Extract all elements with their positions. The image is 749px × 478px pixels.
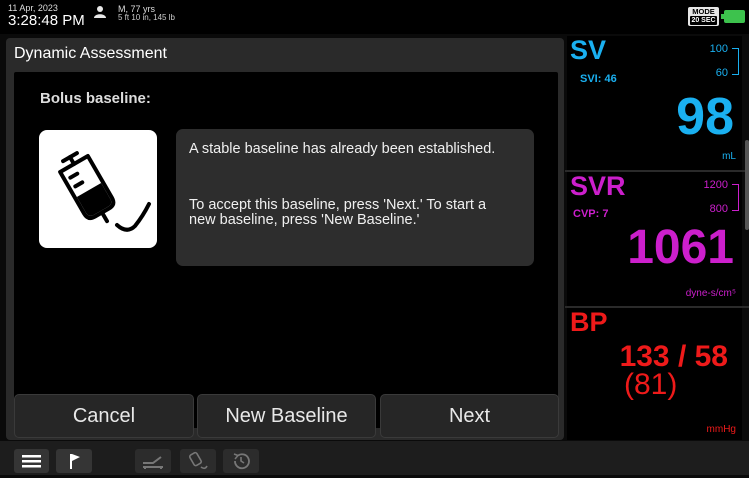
flag-icon bbox=[70, 454, 80, 469]
bp-label: BP bbox=[570, 307, 608, 337]
mode-interval: 20 SEC bbox=[690, 16, 717, 25]
message-box: A stable baseline has already been estab… bbox=[176, 129, 534, 266]
patient-icon bbox=[94, 6, 106, 18]
dialog-body: Bolus baseline: A stable baseline has al… bbox=[14, 72, 558, 428]
sv-target-low: 60 bbox=[715, 67, 728, 79]
svr-tile[interactable]: SVR CVP: 7 1200 800 1061 dyne-s/cm⁵ bbox=[567, 171, 742, 307]
svr-value: 1061 bbox=[627, 221, 734, 274]
bolus-baseline-label: Bolus baseline: bbox=[40, 90, 151, 107]
svr-target-low: 800 bbox=[709, 203, 728, 215]
new-baseline-button[interactable]: New Baseline bbox=[197, 394, 376, 438]
history-icon bbox=[233, 453, 250, 470]
side-drawer-handle[interactable] bbox=[745, 140, 749, 230]
time-text: 3:28:48 PM bbox=[8, 12, 85, 29]
sv-label: SV bbox=[570, 35, 607, 65]
flag-button[interactable] bbox=[56, 449, 92, 473]
baseline-message: A stable baseline has already been estab… bbox=[189, 141, 496, 157]
svr-unit: dyne-s/cm⁵ bbox=[685, 288, 736, 299]
sv-target-bracket bbox=[732, 48, 739, 75]
iv-bag-icon bbox=[39, 130, 157, 248]
svr-target-bracket bbox=[732, 184, 739, 211]
history-button[interactable] bbox=[223, 449, 259, 473]
bottom-toolbar bbox=[0, 441, 749, 475]
mode-label: MODE bbox=[692, 7, 715, 16]
bolus-icon bbox=[188, 451, 208, 470]
bolus-button[interactable] bbox=[180, 449, 216, 473]
menu-button[interactable] bbox=[14, 449, 49, 473]
svi-value: SVI: 46 bbox=[580, 73, 617, 85]
status-bar: 11 Apr, 2023 3:28:48 PM M, 77 yrs 5 ft 1… bbox=[0, 0, 749, 34]
dynamic-assessment-dialog: Dynamic Assessment Bolus baseline: A sta… bbox=[6, 38, 564, 440]
bed-button[interactable] bbox=[135, 449, 171, 473]
sv-value: 98 bbox=[676, 88, 734, 146]
sv-target-high: 100 bbox=[709, 43, 728, 55]
patient-body-metrics[interactable]: 5 ft 10 in, 145 lb bbox=[118, 13, 175, 22]
bp-tile[interactable]: BP 133 / 58 (81) mmHg bbox=[567, 307, 742, 440]
dialog-title: Dynamic Assessment bbox=[14, 45, 167, 62]
baseline-instructions: To accept this baseline, press 'Next.' T… bbox=[189, 197, 487, 228]
svr-target-high: 1200 bbox=[703, 179, 728, 191]
cvp-value: CVP: 7 bbox=[573, 208, 609, 220]
battery-icon bbox=[721, 10, 745, 23]
svr-label: SVR bbox=[570, 171, 626, 201]
bp-unit: mmHg bbox=[706, 424, 736, 435]
sv-unit: mL bbox=[722, 151, 736, 162]
menu-icon bbox=[22, 455, 41, 468]
map-value: (81) bbox=[624, 368, 678, 401]
cancel-button[interactable]: Cancel bbox=[14, 394, 194, 438]
mode-badge[interactable]: MODE 20 SEC bbox=[688, 7, 719, 26]
sv-tile[interactable]: SV SVI: 46 100 60 98 mL bbox=[567, 35, 742, 171]
bed-icon bbox=[143, 456, 163, 469]
next-button[interactable]: Next bbox=[380, 394, 559, 438]
